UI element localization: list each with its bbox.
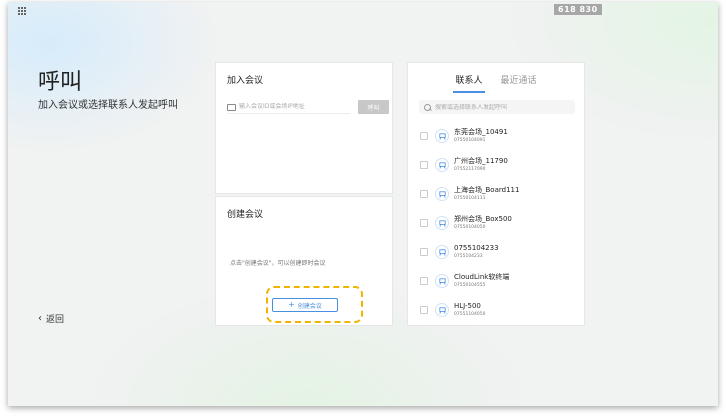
contact-item[interactable]: CloudLink软终端 07550104555	[420, 268, 580, 294]
terminal-device-icon	[435, 216, 449, 230]
contact-item[interactable]: 0755104233 0755104233	[420, 239, 580, 265]
tab-recent-calls[interactable]: 最近通话	[499, 71, 539, 93]
create-meeting-button[interactable]: + 创建会议	[272, 298, 338, 312]
meeting-id-input[interactable]	[239, 103, 339, 110]
search-icon	[424, 103, 431, 111]
contact-checkbox[interactable]	[420, 132, 428, 140]
chevron-left-icon: ‹	[38, 313, 42, 324]
contact-name: 上海会场_Board111	[454, 186, 520, 194]
apps-grid-icon[interactable]	[18, 7, 27, 16]
terminal-device-icon	[435, 129, 449, 143]
contact-number: 07550104111	[454, 196, 486, 201]
contact-item[interactable]: HLJ-500 07551104050	[420, 297, 580, 323]
contacts-tabs: 联系人 最近通话	[408, 71, 584, 93]
contact-checkbox[interactable]	[420, 248, 428, 256]
contact-number: 07550104050	[454, 225, 486, 230]
back-button[interactable]: ‹ 返回	[38, 312, 64, 325]
back-label: 返回	[46, 315, 65, 325]
contact-name: 广州会场_11790	[454, 157, 508, 165]
terminal-device-icon	[435, 303, 449, 317]
terminal-device-icon	[435, 187, 449, 201]
contact-checkbox[interactable]	[420, 306, 428, 314]
page-subtitle: 加入会议或选择联系人发起呼叫	[38, 100, 178, 111]
contact-search-input[interactable]	[435, 103, 575, 111]
contact-checkbox[interactable]	[420, 219, 428, 227]
create-meeting-title: 创建会议	[227, 210, 264, 220]
terminal-device-icon	[435, 158, 449, 172]
contact-item[interactable]: 东莞会场_10491 07550104091	[420, 123, 580, 149]
contacts-card: 联系人 最近通话 东莞会场_10491 07550104091 广州会场_1179…	[407, 62, 585, 326]
create-meeting-button-label: 创建会议	[297, 302, 322, 310]
contact-item[interactable]: 郑州会场_Box500 07550104050	[420, 210, 580, 236]
contact-number: 0755104233	[454, 254, 483, 259]
contact-item[interactable]: 广州会场_11790 07552117090	[420, 152, 580, 178]
join-meeting-title: 加入会议	[227, 76, 264, 86]
terminal-device-icon	[435, 274, 449, 288]
contact-checkbox[interactable]	[420, 277, 428, 285]
terminal-device-icon	[435, 245, 449, 259]
keyboard-icon	[227, 103, 236, 111]
plus-icon: +	[288, 300, 295, 309]
contact-checkbox[interactable]	[420, 190, 428, 198]
page-title: 呼叫	[38, 70, 83, 95]
contact-name: 0755104233	[454, 244, 499, 252]
contact-number: 07552117090	[454, 167, 486, 172]
contact-name: CloudLink软终端	[454, 273, 510, 281]
contact-name: 郑州会场_Box500	[454, 215, 512, 223]
contact-number: 07550104091	[454, 138, 486, 143]
contact-number: 07551104050	[454, 312, 486, 317]
meeting-id-badge: 618 830	[554, 4, 602, 15]
create-meeting-card: 创建会议 点击"创建会议"，可以创建即时会议 + 创建会议	[215, 196, 393, 326]
contact-name: 东莞会场_10491	[454, 128, 508, 136]
contact-number: 07550104555	[454, 283, 486, 288]
meeting-id-field[interactable]	[227, 100, 350, 114]
contact-item[interactable]: 上海会场_Board111 07550104111	[420, 181, 580, 207]
call-screen: 618 830 呼叫 加入会议或选择联系人发起呼叫 ‹ 返回 加入会议 呼叫 创…	[8, 2, 718, 406]
contact-checkbox[interactable]	[420, 161, 428, 169]
contact-name: HLJ-500	[454, 302, 481, 310]
tab-contacts[interactable]: 联系人	[453, 71, 485, 93]
join-meeting-card: 加入会议 呼叫	[215, 62, 393, 194]
contact-search[interactable]	[419, 100, 575, 114]
call-button[interactable]: 呼叫	[358, 100, 389, 114]
create-meeting-hint: 点击"创建会议"，可以创建即时会议	[230, 260, 326, 267]
